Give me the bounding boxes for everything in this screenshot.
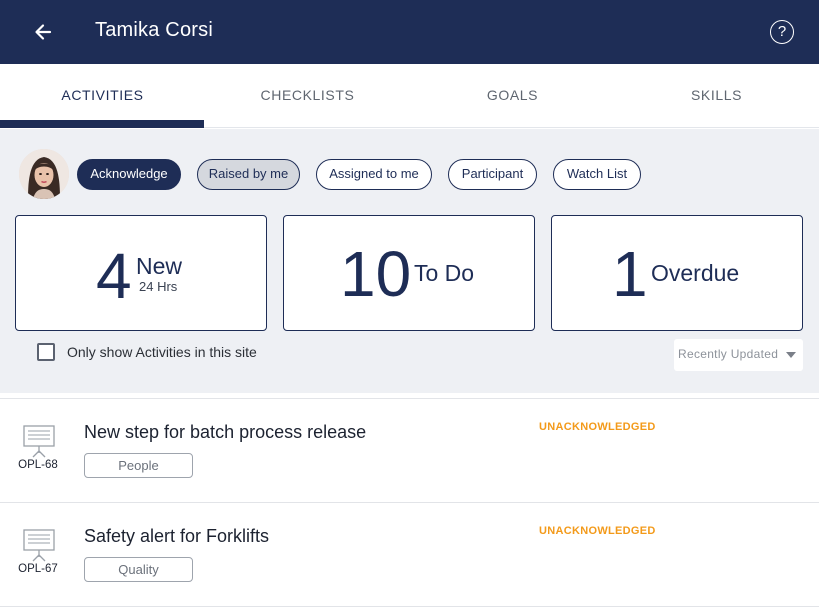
new-count: 4: [96, 240, 132, 312]
sort-select[interactable]: Recently Updated: [674, 339, 803, 371]
activity-id: OPL-68: [18, 459, 58, 471]
status-badge: UNACKNOWLEDGED: [539, 421, 656, 433]
stat-card-new[interactable]: 4 New 24 Hrs: [15, 215, 267, 331]
filter-raised-by-me[interactable]: Raised by me: [197, 159, 300, 190]
tab-goals[interactable]: GOALS: [410, 64, 615, 128]
stat-card-todo[interactable]: 10 To Do: [283, 215, 535, 331]
site-only-checkbox[interactable]: [37, 343, 55, 361]
caret-down-icon: [786, 352, 796, 358]
activity-title: New step for batch process release: [84, 422, 367, 442]
activity-tag[interactable]: People: [84, 453, 193, 478]
overdue-label: Overdue: [651, 260, 740, 286]
new-label: New: [136, 253, 183, 279]
filter-watch-list[interactable]: Watch List: [553, 159, 641, 190]
filter-assigned-to-me[interactable]: Assigned to me: [316, 159, 432, 190]
list-item[interactable]: OPL-68 New step for batch process releas…: [0, 399, 819, 503]
tab-skills[interactable]: SKILLS: [614, 64, 819, 128]
back-button[interactable]: [28, 17, 58, 47]
filter-participant[interactable]: Participant: [448, 159, 537, 190]
todo-label: To Do: [414, 260, 475, 286]
presentation-board-icon: [23, 425, 55, 458]
filter-acknowledge[interactable]: Acknowledge: [77, 159, 181, 190]
question-circle-icon[interactable]: ?: [770, 20, 794, 44]
tab-checklists[interactable]: CHECKLISTS: [205, 64, 410, 128]
avatar[interactable]: [19, 149, 69, 199]
app-header: Tamika Corsi ?: [0, 0, 819, 64]
list-item[interactable]: OPL-67 Safety alert for Forklifts Qualit…: [0, 503, 819, 607]
presentation-board-icon: [23, 529, 55, 562]
sort-value: Recently Updated: [678, 347, 779, 361]
stat-card-overdue[interactable]: 1 Overdue: [551, 215, 803, 331]
arrow-left-icon: [35, 24, 52, 40]
user-portrait-image: [19, 149, 69, 199]
site-only-label: Only show Activities in this site: [67, 344, 257, 360]
activity-id: OPL-67: [18, 563, 58, 575]
status-badge: UNACKNOWLEDGED: [539, 525, 656, 537]
activity-title: Safety alert for Forklifts: [84, 526, 270, 546]
activity-tag[interactable]: Quality: [84, 557, 193, 582]
page-title: Tamika Corsi: [95, 19, 213, 41]
tab-bar: ACTIVITIES CHECKLISTS GOALS SKILLS: [0, 64, 819, 128]
overdue-count: 1: [612, 238, 648, 310]
todo-count: 10: [340, 238, 412, 310]
new-timeframe: 24 Hrs: [139, 279, 178, 294]
tab-activities[interactable]: ACTIVITIES: [0, 64, 205, 128]
active-tab-indicator: [0, 120, 204, 128]
